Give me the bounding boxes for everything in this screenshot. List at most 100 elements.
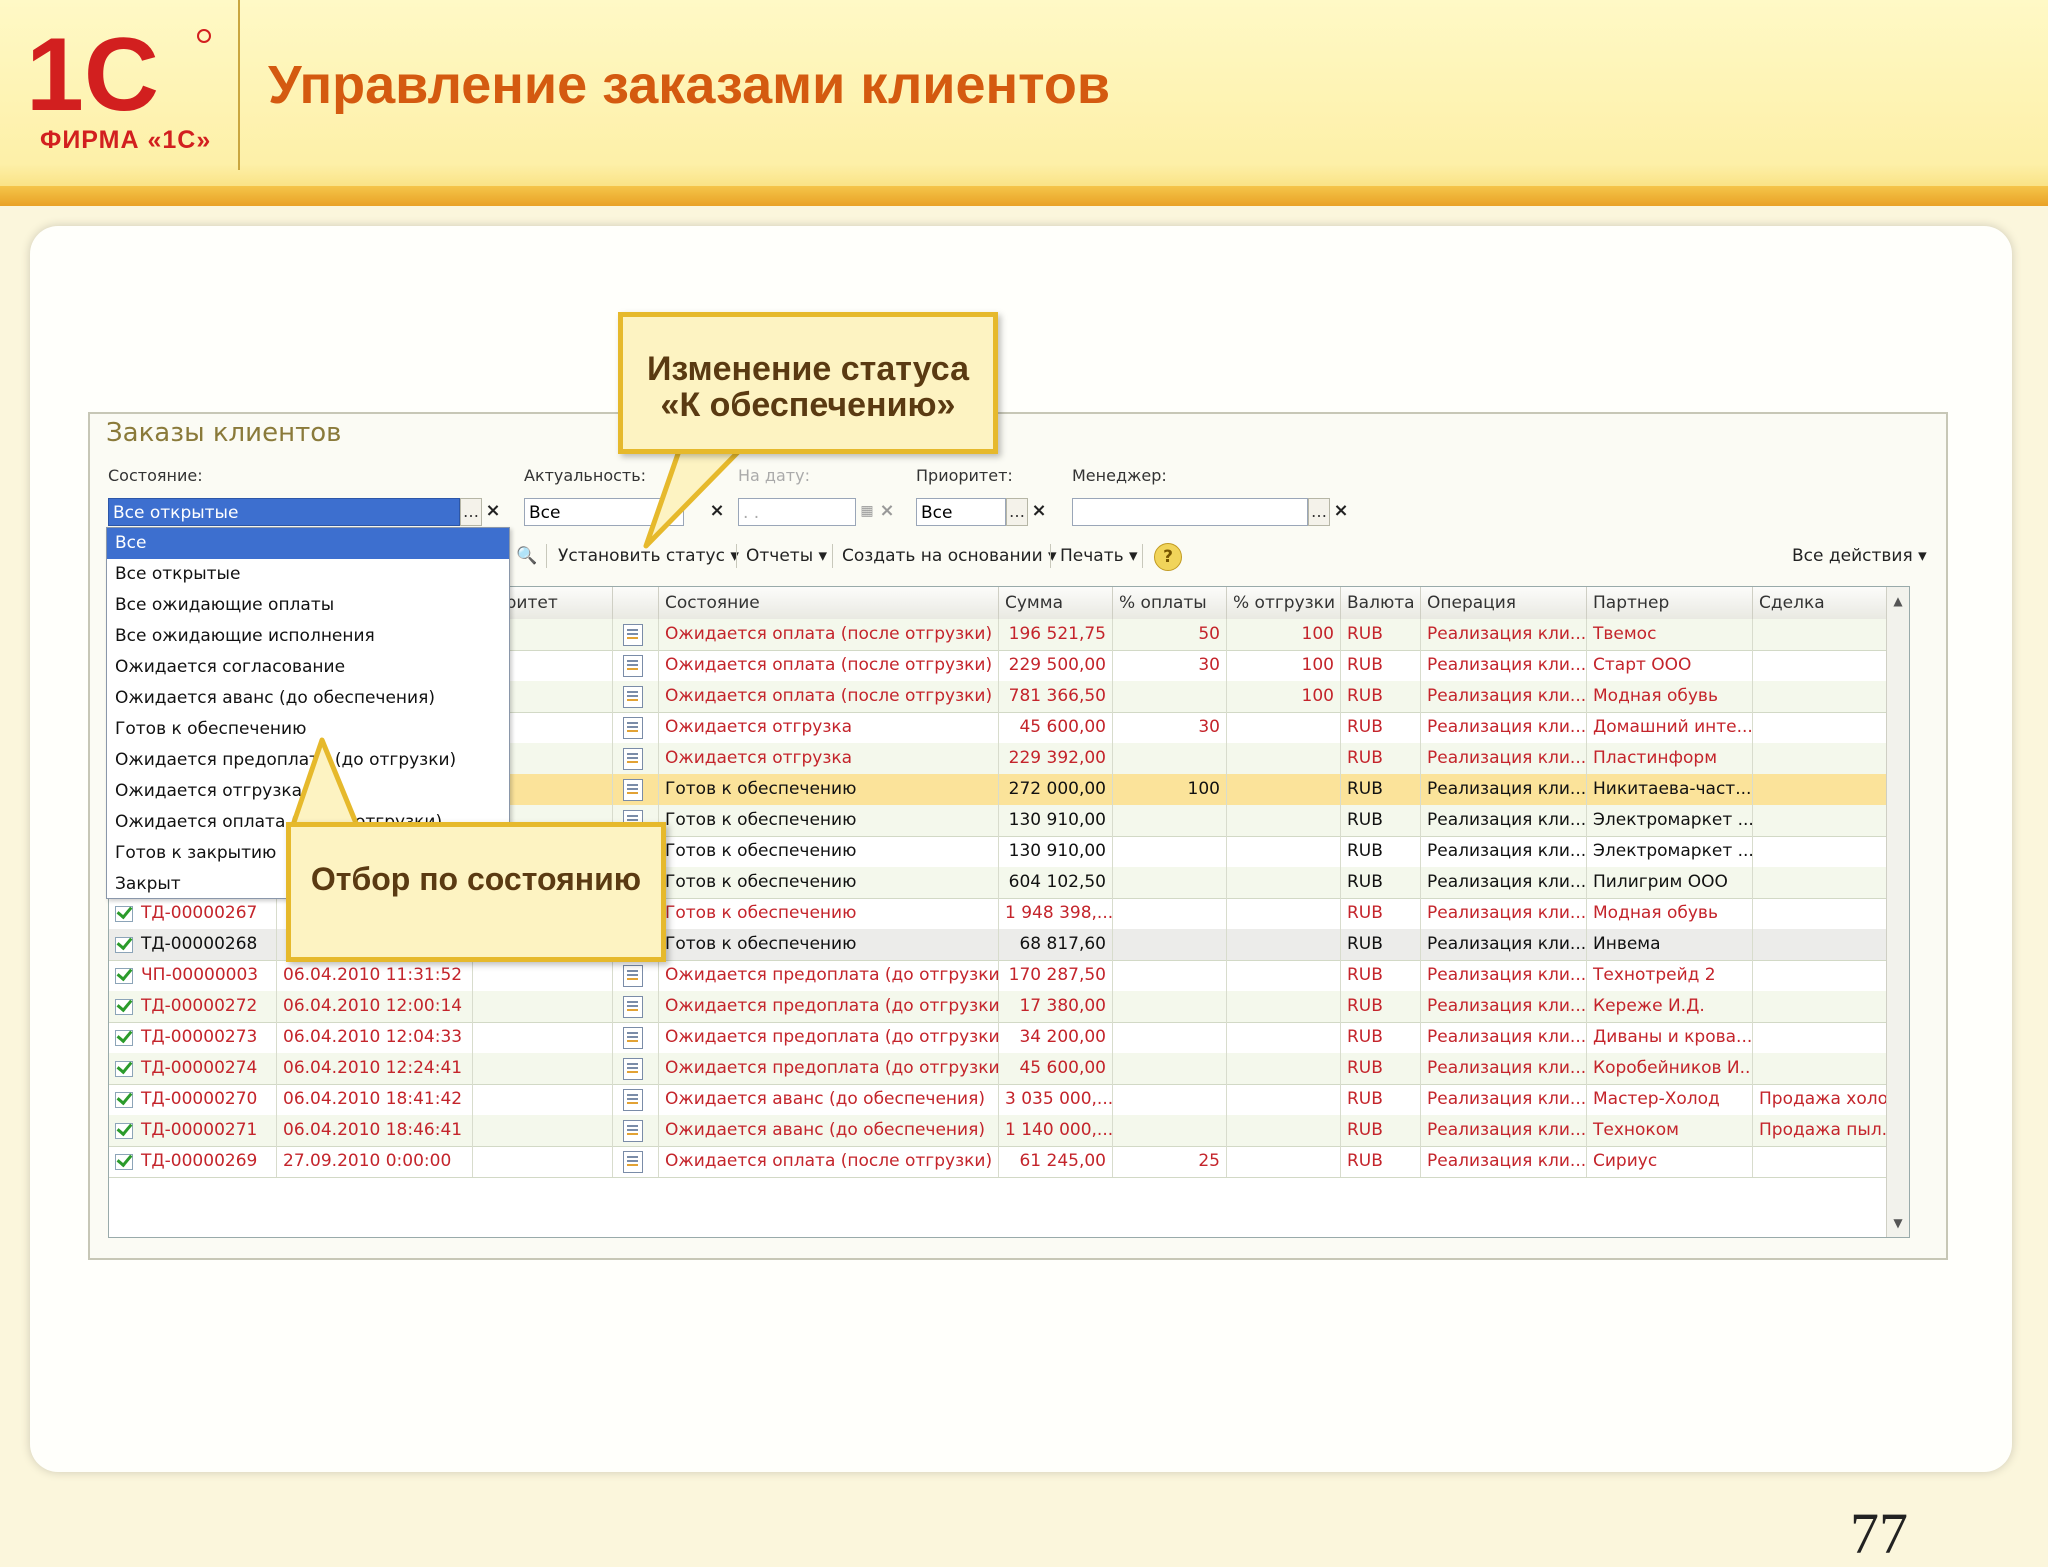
cell-partner: Кереже И.Д. [1587, 991, 1753, 1022]
cell-op: Реализация кли... [1421, 991, 1587, 1022]
state-select-button[interactable]: … [460, 498, 482, 526]
vertical-scrollbar[interactable]: ▲ ▼ [1886, 587, 1909, 1237]
table-row[interactable]: ТД-00000269 27.09.2010 0:00:00 Ожидается о… [109, 1146, 1909, 1178]
priority-select[interactable]: Все [916, 498, 1006, 526]
cell-op: Реализация кли... [1421, 836, 1587, 867]
dropdown-item[interactable]: Все открытые [107, 559, 509, 590]
dropdown-item[interactable]: Ожидается согласование [107, 652, 509, 683]
document-icon [613, 1053, 659, 1084]
cell-priority [473, 1146, 613, 1177]
column-header-deal[interactable]: Сделка [1753, 587, 1887, 619]
toolbar-separator [546, 544, 547, 568]
date-field[interactable]: . . [738, 498, 856, 526]
cell-cur: RUB [1341, 898, 1421, 929]
reports-button[interactable]: Отчеты ▾ [746, 546, 827, 566]
dropdown-item[interactable]: Готов к обеспечению [107, 714, 509, 745]
slide-title: Управление заказами клиентов [268, 55, 1111, 115]
calendar-icon[interactable]: ▦ [856, 498, 878, 526]
relevance-clear-icon[interactable]: × [706, 498, 728, 526]
table-row[interactable]: ТД-00000271 06.04.2010 18:46:41 Ожидается … [109, 1115, 1909, 1147]
table-row[interactable]: ТД-00000270 06.04.2010 18:41:42 Ожидается … [109, 1084, 1909, 1116]
cell-state: Готов к обеспечению [659, 774, 999, 805]
all-actions-button[interactable]: Все действия ▾ [1792, 546, 1927, 566]
cell-sum: 229 392,00 [999, 743, 1113, 774]
dropdown-item[interactable]: Все [107, 528, 509, 559]
cell-number: ЧП-00000003 [109, 960, 277, 991]
cell-partner: Мастер-Холод [1587, 1084, 1753, 1115]
set-status-button[interactable]: Установить статус ▾ [558, 546, 739, 566]
state-select[interactable]: Все открытые [108, 498, 460, 526]
table-row[interactable]: ТД-00000274 06.04.2010 12:24:41 Ожидается … [109, 1053, 1909, 1085]
document-icon [613, 743, 659, 774]
toolbar-separator [1050, 544, 1051, 568]
column-header-operation[interactable]: Операция [1421, 587, 1587, 619]
help-icon[interactable]: ? [1154, 543, 1182, 571]
manager-clear-icon[interactable]: × [1330, 498, 1352, 526]
cell-state: Ожидается предоплата (до отгрузки) [659, 960, 999, 991]
date-clear-icon[interactable]: × [876, 498, 898, 526]
relevance-select[interactable]: Все [524, 498, 684, 526]
column-header-state[interactable]: Состояние [659, 587, 999, 619]
cell-ship [1227, 1115, 1341, 1146]
cell-number-text: ТД-00000271 [141, 1120, 258, 1140]
cell-ship [1227, 1084, 1341, 1115]
document-icon [623, 779, 643, 801]
manager-field[interactable] [1072, 498, 1308, 526]
cell-priority [473, 1053, 613, 1084]
dropdown-item[interactable]: Ожидается аванс (до обеспечения) [107, 683, 509, 714]
print-button[interactable]: Печать ▾ [1060, 546, 1138, 566]
cell-ship [1227, 774, 1341, 805]
column-header-shipment[interactable]: % отгрузки [1227, 587, 1341, 619]
cell-cur: RUB [1341, 712, 1421, 743]
column-header-currency[interactable]: Валюта [1341, 587, 1421, 619]
cell-number: ТД-00000268 [109, 929, 277, 960]
table-row[interactable]: ТД-00000272 06.04.2010 12:00:14 Ожидается … [109, 991, 1909, 1023]
dropdown-item[interactable]: Ожидается отгрузка [107, 776, 509, 807]
cell-ship: 100 [1227, 619, 1341, 650]
dropdown-item[interactable]: Ожидается предоплата (до отгрузки) [107, 745, 509, 776]
state-clear-icon[interactable]: × [482, 498, 504, 526]
manager-select-button[interactable]: … [1308, 498, 1330, 526]
column-header-icon[interactable] [613, 587, 659, 619]
priority-select-button[interactable]: … [1006, 498, 1028, 526]
create-based-button[interactable]: Создать на основании ▾ [842, 546, 1057, 566]
scroll-down-icon[interactable]: ▼ [1887, 1211, 1909, 1235]
cell-state: Ожидается оплата (после отгрузки) [659, 1146, 999, 1177]
document-icon [623, 1058, 643, 1080]
cell-cur: RUB [1341, 619, 1421, 650]
column-header-payment[interactable]: % оплаты [1113, 587, 1227, 619]
dropdown-item[interactable]: Все ожидающие оплаты [107, 590, 509, 621]
dropdown-item[interactable]: Все ожидающие исполнения [107, 621, 509, 652]
table-row[interactable]: ТД-00000273 06.04.2010 12:04:33 Ожидается … [109, 1022, 1909, 1054]
posted-check-icon [115, 1121, 135, 1139]
scroll-up-icon[interactable]: ▲ [1887, 589, 1909, 613]
cell-number-text: ТД-00000267 [141, 903, 258, 923]
cell-deal [1753, 619, 1887, 650]
cell-deal [1753, 991, 1887, 1022]
column-header-sum[interactable]: Сумма [999, 587, 1113, 619]
logo-text: ФИРМА «1С» [40, 126, 212, 154]
cell-sum: 17 380,00 [999, 991, 1113, 1022]
header-divider [238, 0, 240, 170]
cell-sum: 68 817,60 [999, 929, 1113, 960]
priority-clear-icon[interactable]: × [1028, 498, 1050, 526]
cell-pay [1113, 898, 1227, 929]
document-icon [623, 655, 643, 677]
cell-sum: 45 600,00 [999, 1053, 1113, 1084]
cell-date: 06.04.2010 12:00:14 [277, 991, 473, 1022]
cell-ship [1227, 898, 1341, 929]
cell-number: ТД-00000271 [109, 1115, 277, 1146]
cell-sum: 1 948 398,... [999, 898, 1113, 929]
document-icon [623, 965, 643, 987]
cell-partner: Домашний инте... [1587, 712, 1753, 743]
cell-priority [473, 1084, 613, 1115]
cell-op: Реализация кли... [1421, 898, 1587, 929]
column-header-partner[interactable]: Партнер [1587, 587, 1753, 619]
table-row[interactable]: ЧП-00000003 06.04.2010 11:31:52 Ожидается … [109, 960, 1909, 992]
cell-state: Ожидается предоплата (до отгрузки) [659, 991, 999, 1022]
document-icon [613, 1146, 659, 1177]
cell-pay [1113, 743, 1227, 774]
cell-op: Реализация кли... [1421, 681, 1587, 712]
cell-partner: Твемос [1587, 619, 1753, 650]
search-icon[interactable]: 🔍 [516, 546, 537, 566]
